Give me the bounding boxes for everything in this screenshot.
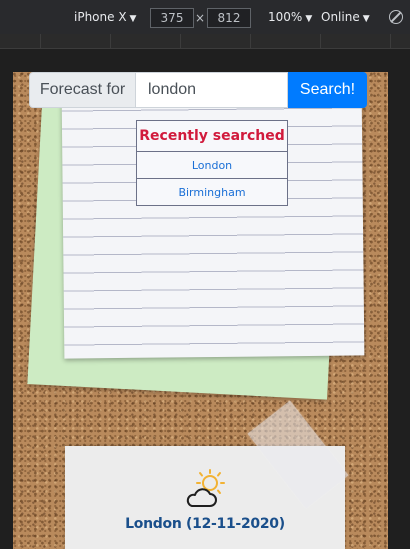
device-viewport: Forecast for Search! Recently searched L… bbox=[13, 72, 388, 549]
chevron-down-icon: ▼ bbox=[305, 14, 313, 24]
device-select[interactable]: iPhone X ▼ bbox=[74, 10, 136, 26]
recently-searched-table: Recently searched London Birmingham bbox=[136, 120, 288, 206]
zoom-label: 100% bbox=[268, 10, 303, 24]
device-label: iPhone X bbox=[74, 10, 127, 24]
city-search-input[interactable] bbox=[136, 72, 288, 108]
network-throttle-select[interactable]: Online ▼ bbox=[321, 10, 370, 26]
chevron-down-icon: ▼ bbox=[129, 14, 137, 24]
forecast-for-label: Forecast for bbox=[29, 72, 136, 108]
rotate-icon[interactable] bbox=[389, 10, 403, 24]
search-button[interactable]: Search! bbox=[288, 72, 367, 108]
recent-item-london[interactable]: London bbox=[136, 151, 288, 179]
chevron-down-icon: ▼ bbox=[362, 14, 370, 24]
recently-searched-heading: Recently searched bbox=[136, 120, 288, 152]
recent-item-birmingham[interactable]: Birmingham bbox=[136, 178, 288, 206]
device-toolbar: iPhone X ▼ 375 × 812 100% ▼ Online ▼ bbox=[0, 0, 410, 34]
height-input[interactable]: 812 bbox=[207, 8, 251, 28]
partly-cloudy-icon bbox=[186, 469, 225, 507]
width-input[interactable]: 375 bbox=[150, 8, 194, 28]
network-label: Online bbox=[321, 10, 360, 24]
ruler bbox=[0, 34, 410, 49]
forecast-search-form: Forecast for Search! bbox=[29, 72, 367, 108]
zoom-select[interactable]: 100% ▼ bbox=[268, 10, 312, 26]
dimension-separator: × bbox=[195, 11, 206, 25]
weather-location-date: London (12-11-2020) bbox=[125, 516, 285, 532]
